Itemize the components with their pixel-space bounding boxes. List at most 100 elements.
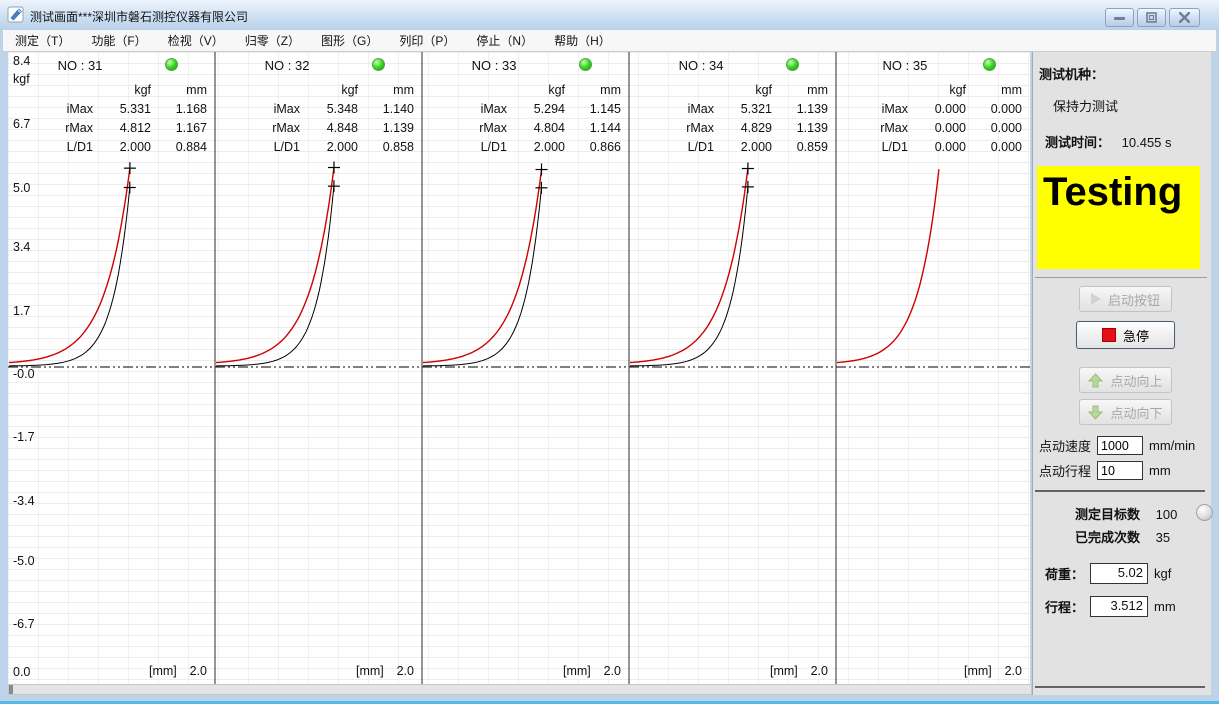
close-button[interactable]	[1169, 8, 1200, 27]
stat-cell: rMax	[686, 121, 714, 135]
separator	[1035, 277, 1207, 278]
stat-cell: rMax	[272, 121, 300, 135]
status-banner: Testing	[1037, 166, 1200, 269]
load-curve	[8, 168, 131, 364]
stop-square-icon	[1101, 328, 1116, 342]
stat-cell: 1.144	[589, 121, 621, 135]
stat-cell: 5.331	[119, 102, 151, 116]
stat-cell: kgf	[548, 83, 565, 97]
app-icon	[7, 6, 24, 23]
stat-cell: mm	[1001, 83, 1022, 97]
stat-cell: 1.140	[382, 102, 414, 116]
status-led-green-icon	[372, 58, 386, 71]
stat-cell: kgf	[755, 83, 772, 97]
status-led-green-icon	[579, 58, 593, 71]
stat-cell: 1.139	[382, 121, 414, 135]
panel-number: NO : 35	[882, 58, 928, 73]
stat-cell: 4.812	[119, 121, 151, 135]
jog-down-button[interactable]: 点动向下	[1079, 399, 1172, 425]
status-led-gray-icon	[1196, 504, 1213, 521]
test-time-label: 测试时间：	[1045, 135, 1111, 150]
maximize-icon	[1146, 12, 1157, 23]
load-unit: kgf	[1154, 566, 1172, 581]
menu-graph[interactable]: 图形（G）	[312, 29, 387, 52]
menu-function[interactable]: 功能（F）	[82, 29, 155, 52]
stroke-unit: mm	[1154, 599, 1176, 614]
return-curve	[9, 187, 131, 367]
stat-cell: rMax	[65, 121, 93, 135]
target-count-label: 测定目标数	[1075, 507, 1141, 522]
jog-speed-input[interactable]	[1097, 436, 1144, 455]
stat-cell: 2.000	[533, 140, 565, 154]
stat-cell: kgf	[134, 83, 151, 97]
menu-zero[interactable]: 归零（Z）	[236, 29, 309, 52]
load-curve	[215, 167, 335, 364]
stat-cell: rMax	[479, 121, 507, 135]
jog-speed-unit: mm/min	[1149, 438, 1196, 453]
emergency-stop-button[interactable]: 急停	[1076, 321, 1175, 349]
load-value-box: 5.02	[1090, 563, 1149, 584]
stroke-row: 行程： 3.512 mm	[1045, 596, 1176, 617]
completed-count-row: 已完成次数 35	[1075, 527, 1170, 546]
status-led-green-icon	[165, 58, 179, 71]
test-panel-header: NO : 34 kgf mm iMax 5.321 1.139 rMax 4.829 1.139…	[629, 52, 836, 162]
test-time-value: 10.455 s	[1121, 135, 1172, 150]
start-button[interactable]: 启动按钮	[1079, 286, 1172, 312]
horizontal-scrollbar[interactable]	[8, 684, 1032, 695]
minimize-button[interactable]	[1105, 8, 1134, 27]
menu-view[interactable]: 检视（V）	[159, 29, 233, 52]
stat-cell: L/D1	[480, 140, 507, 154]
menu-stop[interactable]: 停止（N）	[467, 29, 542, 52]
stat-cell: 0.000	[934, 102, 966, 116]
status-led-green-icon	[786, 58, 800, 71]
stat-cell: kgf	[949, 83, 966, 97]
stat-cell: 2.000	[119, 140, 151, 154]
stat-cell: iMax	[66, 102, 93, 116]
test-panel-header: NO : 31 kgf mm iMax 5.331 1.168 rMax 4.812 1.167…	[8, 52, 215, 162]
stat-cell: 2.000	[326, 140, 358, 154]
load-curve	[629, 168, 749, 364]
stat-cell: iMax	[687, 102, 714, 116]
stat-cell: mm	[186, 83, 207, 97]
jog-stroke-label: 点动行程	[1039, 464, 1092, 479]
stat-cell: 4.829	[740, 121, 772, 135]
test-panel-header: NO : 33 kgf mm iMax 5.294 1.145 rMax 4.804 1.144…	[422, 52, 629, 162]
load-curve	[422, 169, 543, 364]
load-row: 荷重： 5.02 kgf	[1045, 563, 1171, 584]
stat-cell: 0.858	[382, 140, 414, 154]
stat-cell: 0.859	[796, 140, 828, 154]
stat-cell: 0.000	[990, 121, 1022, 135]
panel-number: NO : 34	[678, 58, 724, 73]
panel-number: NO : 33	[471, 58, 517, 73]
stat-cell: 0.000	[934, 121, 966, 135]
stat-cell: 5.321	[740, 102, 772, 116]
emergency-stop-label: 急停	[1122, 328, 1149, 344]
load-curve	[836, 169, 940, 364]
menu-help[interactable]: 帮助（H）	[545, 29, 620, 52]
stat-cell: 0.000	[934, 140, 966, 154]
test-time-row: 测试时间： 10.455 s	[1045, 132, 1172, 151]
menu-measure[interactable]: 测定（T）	[6, 29, 79, 52]
control-sidebar: 测试机种： 保持力测试 测试时间： 10.455 s Testing 启动按钮 …	[1032, 52, 1213, 695]
jog-up-button[interactable]: 点动向上	[1079, 367, 1172, 393]
stat-cell: L/D1	[273, 140, 300, 154]
menu-print[interactable]: 列印（P）	[390, 29, 464, 52]
jog-stroke-input[interactable]	[1097, 461, 1144, 480]
stat-cell: 0.884	[175, 140, 207, 154]
stat-cell: kgf	[341, 83, 358, 97]
completed-count-value: 35	[1155, 530, 1171, 545]
stroke-value-box: 3.512	[1090, 596, 1149, 617]
arrow-down-icon	[1088, 405, 1104, 420]
stat-cell: L/D1	[66, 140, 93, 154]
maximize-button[interactable]	[1137, 8, 1166, 27]
stat-cell: 1.168	[175, 102, 207, 116]
start-button-label: 启动按钮	[1107, 292, 1160, 308]
close-icon	[1179, 12, 1190, 23]
stat-cell: 4.804	[533, 121, 565, 135]
stat-cell: mm	[393, 83, 414, 97]
minimize-icon	[1114, 17, 1125, 20]
return-curve	[630, 186, 749, 367]
play-icon	[1090, 293, 1101, 305]
target-count-value: 100	[1155, 507, 1178, 522]
stat-cell: 1.145	[589, 102, 621, 116]
